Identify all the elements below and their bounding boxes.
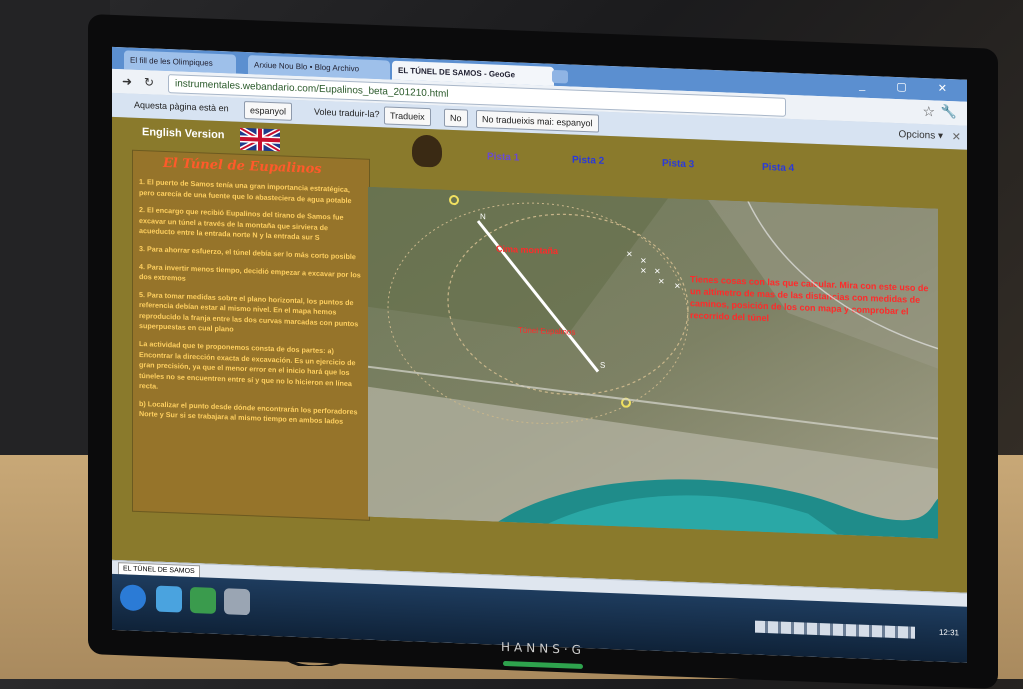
map-label-south: S xyxy=(600,361,605,370)
paragraph: b) Localizar el punto desde dónde encont… xyxy=(139,398,358,427)
helmet-logo-icon xyxy=(412,134,442,168)
nav-pista-3[interactable]: Pista 3 xyxy=(662,158,694,170)
new-tab-button[interactable] xyxy=(552,69,568,84)
options-menu[interactable]: Opcions ▾ xyxy=(899,129,943,142)
bookmark-star-icon[interactable]: ☆ xyxy=(922,103,935,120)
forward-icon[interactable]: ➜ xyxy=(122,74,132,88)
close-icon[interactable]: ✕ xyxy=(952,130,961,143)
satellite-map[interactable]: N S Cima montaña Túnel Eupalinos ✕ ✕ ✕ ✕ ✕ ✕… xyxy=(368,186,938,539)
paragraph: 3. Para ahorrar esfuerzo, el túnel debía… xyxy=(139,244,356,262)
media-icon[interactable] xyxy=(190,586,216,614)
nav-pista-2[interactable]: Pista 2 xyxy=(572,155,604,167)
power-led xyxy=(503,660,583,670)
paragraph: 4. Para invertir menos tiempo, decidió e… xyxy=(139,261,361,284)
system-tray-icons[interactable] xyxy=(755,620,915,639)
clock: 12:31 xyxy=(938,627,959,638)
svg-text:✕: ✕ xyxy=(640,266,647,275)
web-page: English Version Pista 1 Pista 2 Pista 3 … xyxy=(112,116,967,593)
paragraph: 1. El puerto de Samos tenía una gran imp… xyxy=(139,177,352,205)
language-select[interactable]: espanyol xyxy=(244,100,293,121)
explorer-icon[interactable] xyxy=(156,585,182,613)
translate-prompt: Aquesta pàgina està en xyxy=(134,99,229,114)
nav-pista-4[interactable]: Pista 4 xyxy=(762,162,794,174)
never-translate-button[interactable]: No tradueixis mai: espanyol xyxy=(476,109,599,133)
svg-text:✕: ✕ xyxy=(658,277,665,286)
no-button[interactable]: No xyxy=(444,108,468,128)
wrench-icon[interactable]: 🔧 xyxy=(941,104,957,121)
paragraph: 2. El encargo que recibió Eupalinos del … xyxy=(139,205,344,243)
tab-label: Arxiue Nou Blo • Blog Archivo xyxy=(254,60,360,74)
svg-text:✕: ✕ xyxy=(626,250,633,259)
svg-text:✕: ✕ xyxy=(640,256,647,265)
nav-pista-1[interactable]: Pista 1 xyxy=(487,151,519,163)
uk-flag-icon[interactable] xyxy=(240,127,280,152)
map-instructions-note: Tienes cosas con las que calcular. Mira … xyxy=(690,274,929,324)
instructions-panel: El Túnel de Eupalinos 1. El puerto de Sa… xyxy=(132,149,370,521)
translate-question: Voleu traduir-la? xyxy=(314,106,380,120)
map-label-north: N xyxy=(480,212,486,221)
app-icon[interactable] xyxy=(224,588,250,616)
paragraph: La actividad que te proponemos consta de… xyxy=(139,339,356,391)
window-controls[interactable]: _ ▢ ✕ xyxy=(859,79,961,96)
english-version-link[interactable]: English Version xyxy=(142,126,225,141)
tab-label: EL TÚNEL DE SAMOS - GeoGe xyxy=(398,65,516,80)
translate-button[interactable]: Tradueix xyxy=(384,106,431,127)
monitor: El fill de les Olimpiques Arxiue Nou Blo… xyxy=(88,14,998,689)
paragraph: 5. Para tomar medidas sobre el plano hor… xyxy=(139,289,359,335)
screen: El fill de les Olimpiques Arxiue Nou Blo… xyxy=(112,46,967,663)
start-button-icon[interactable] xyxy=(120,584,146,612)
svg-text:✕: ✕ xyxy=(654,267,661,276)
page-title: El Túnel de Eupalinos xyxy=(163,155,322,177)
reload-icon[interactable]: ↻ xyxy=(144,75,154,89)
svg-text:✕: ✕ xyxy=(674,282,681,291)
tab-label: El fill de les Olimpiques xyxy=(130,55,213,68)
